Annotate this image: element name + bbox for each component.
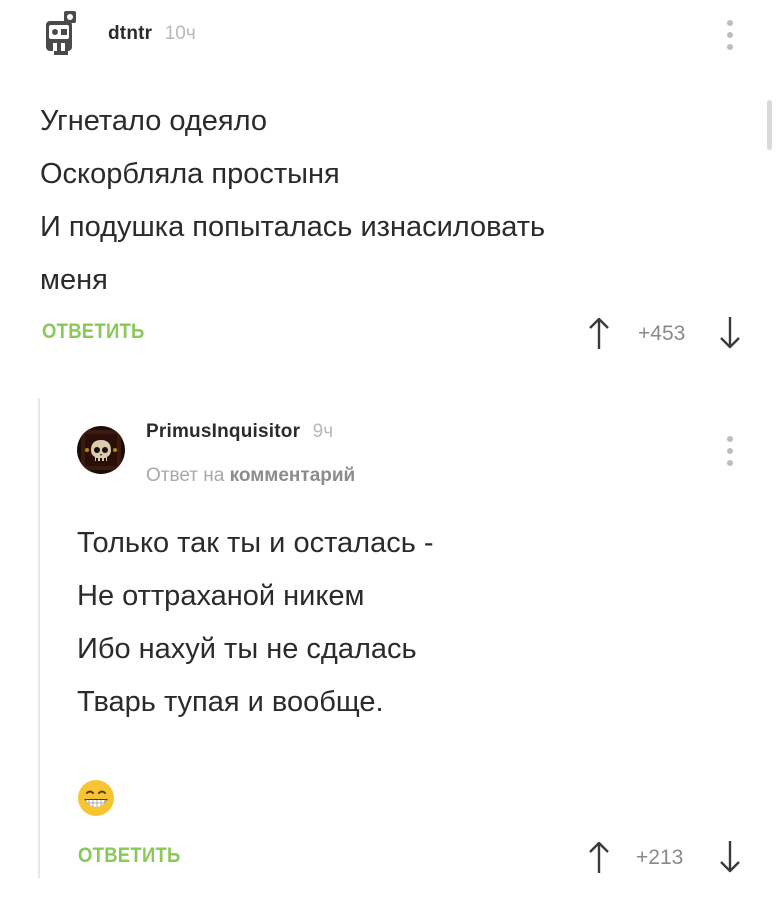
- rating-value: +213: [636, 846, 684, 869]
- thread-line: [38, 398, 40, 878]
- reply-to-link[interactable]: комментарий: [230, 465, 356, 486]
- avatar[interactable]: [44, 9, 80, 57]
- upvote-icon[interactable]: [587, 840, 611, 874]
- username[interactable]: PrimusInquisitor: [146, 421, 300, 442]
- rating-value: +453: [638, 322, 686, 345]
- comment-line: Ибо нахуй ты не сдалась: [77, 633, 417, 665]
- reply-to-prefix: Ответ на: [146, 465, 225, 486]
- comment-line: И подушка попыталась изнасиловать: [40, 211, 546, 243]
- comment-body: Угнетало одеяло Оскорбляла простыня И по…: [40, 95, 545, 307]
- reply-button[interactable]: ОТВЕТИТЬ: [42, 320, 145, 344]
- comment-line: Только так ты и осталась -: [77, 527, 434, 559]
- comment-line: Угнетало одеяло: [40, 105, 268, 137]
- downvote-icon[interactable]: [718, 840, 742, 874]
- comment-line: Тварь тупая и вообще.: [77, 686, 384, 718]
- comment-time: 9ч: [312, 421, 334, 442]
- username[interactable]: dtntr: [108, 23, 152, 44]
- skull-avatar-icon: [77, 426, 125, 474]
- comment-line: Не оттраханой никем: [77, 580, 365, 612]
- scrollbar[interactable]: [767, 100, 772, 150]
- comment-line: меня: [40, 264, 108, 296]
- comment-body: Только так ты и осталась - Не оттраханой…: [77, 517, 434, 729]
- robot-avatar-icon: [46, 11, 76, 55]
- downvote-icon[interactable]: [718, 316, 742, 350]
- more-options-icon[interactable]: [725, 20, 735, 50]
- reply-button[interactable]: ОТВЕТИТЬ: [78, 844, 181, 868]
- upvote-icon[interactable]: [587, 316, 611, 350]
- more-options-icon[interactable]: [725, 436, 735, 466]
- grinning-face-emoji-icon: [77, 779, 115, 817]
- comment-time: 10ч: [164, 23, 196, 44]
- reply-to-info: Ответ на комментарий: [146, 465, 355, 487]
- comment-line: Оскорбляла простыня: [40, 158, 340, 190]
- avatar[interactable]: [77, 426, 125, 474]
